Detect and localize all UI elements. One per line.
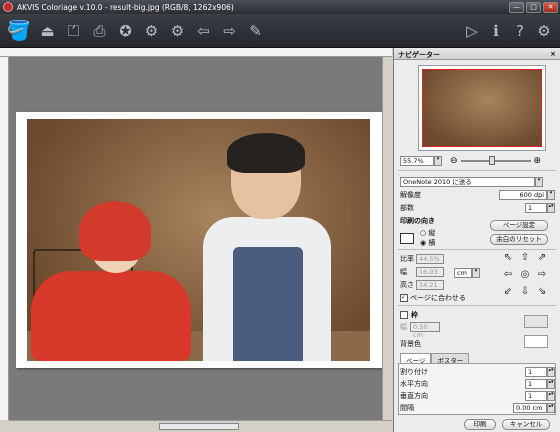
copies-field[interactable]: 1 bbox=[525, 203, 547, 213]
frame-checkbox[interactable] bbox=[400, 311, 408, 319]
landscape-radio[interactable]: ◉ bbox=[420, 239, 426, 247]
horizontal-ruler bbox=[0, 48, 392, 57]
arrow-down-icon[interactable]: ⇩ bbox=[519, 286, 531, 298]
minimize-button[interactable]: — bbox=[509, 1, 524, 13]
print-button[interactable]: 印刷 bbox=[464, 419, 496, 430]
zoom-dropdown[interactable]: ▾ bbox=[434, 156, 442, 166]
arrow-down-left-icon[interactable]: ⇙ bbox=[502, 286, 514, 298]
eraser-icon[interactable]: ✎ bbox=[243, 18, 268, 43]
height-field[interactable]: 14.21 bbox=[416, 280, 444, 290]
forward-arrow-icon[interactable]: ⇨ bbox=[217, 18, 242, 43]
arrow-right-icon[interactable]: ⇨ bbox=[536, 269, 548, 281]
zoom-out-icon[interactable]: ⊖ bbox=[450, 156, 458, 166]
image-canvas[interactable] bbox=[9, 57, 392, 420]
zoom-slider[interactable] bbox=[460, 156, 531, 165]
export-icon[interactable]: ⏍ bbox=[61, 18, 86, 43]
settings-panel: ナビゲーター × 55.7% ▾ ⊖ ⊕ OneNote 2010 に送る ▾ 解… bbox=[393, 48, 560, 432]
frame-color-swatch[interactable] bbox=[524, 315, 548, 328]
window-title: AKVIS Coloriage v.10.0 - result-big.jpg … bbox=[17, 2, 234, 12]
vertical-ruler bbox=[0, 57, 9, 420]
title-bar: AKVIS Coloriage v.10.0 - result-big.jpg … bbox=[0, 0, 560, 14]
horizontal-scrollbar[interactable] bbox=[9, 420, 392, 432]
horizontal-field[interactable]: 1 bbox=[525, 379, 547, 389]
navigator-thumbnail[interactable] bbox=[422, 69, 542, 147]
center-icon[interactable]: ◎ bbox=[519, 269, 531, 281]
print-page-preview bbox=[16, 112, 384, 368]
arrow-left-icon[interactable]: ⇦ bbox=[502, 269, 514, 281]
bucket-icon[interactable]: 🪣 bbox=[4, 18, 34, 43]
zoom-in-icon[interactable]: ⊕ bbox=[534, 156, 542, 166]
info-icon[interactable]: ℹ bbox=[484, 19, 508, 43]
reset-margins-button[interactable]: 余白のリセット bbox=[490, 234, 548, 245]
scale-field[interactable]: 44.5% bbox=[416, 254, 444, 264]
vertical-field[interactable]: 1 bbox=[525, 391, 547, 401]
unit-select[interactable]: cm bbox=[454, 268, 472, 278]
settings-gear-icon[interactable]: ⚙ bbox=[139, 18, 164, 43]
resolution-select[interactable]: 600 dpi bbox=[499, 190, 547, 200]
arrow-down-right-icon[interactable]: ⇘ bbox=[536, 286, 548, 298]
arrow-up-icon[interactable]: ⇧ bbox=[519, 252, 531, 264]
preferences-icon[interactable]: ⚙ bbox=[532, 19, 556, 43]
vertical-scrollbar[interactable] bbox=[382, 57, 392, 420]
zoom-field[interactable]: 55.7% bbox=[400, 156, 434, 166]
pages-field[interactable]: 1 bbox=[525, 367, 547, 377]
navigator-frame bbox=[418, 65, 546, 151]
close-button[interactable]: ✕ bbox=[543, 1, 558, 13]
printer-select[interactable]: OneNote 2010 に送る bbox=[400, 177, 535, 187]
portrait-radio[interactable]: ○ bbox=[420, 229, 426, 237]
fit-page-checkbox[interactable]: ✓ bbox=[400, 294, 408, 302]
close-icon[interactable]: × bbox=[550, 50, 556, 58]
photo-preview bbox=[27, 119, 370, 361]
cancel-button[interactable]: キャンセル bbox=[502, 419, 550, 430]
maximize-button[interactable]: □ bbox=[526, 1, 541, 13]
printer-dropdown[interactable]: ▾ bbox=[535, 177, 543, 187]
scrollbar-thumb[interactable] bbox=[159, 423, 239, 430]
run-icon[interactable]: ▷ bbox=[460, 19, 484, 43]
back-arrow-icon[interactable]: ⇦ bbox=[191, 18, 216, 43]
share-icon[interactable]: ✪ bbox=[113, 18, 138, 43]
navigator-header: ナビゲーター × bbox=[394, 48, 560, 60]
open-icon[interactable]: ⏏ bbox=[35, 18, 60, 43]
settings-gear-icon[interactable]: ⚙ bbox=[165, 18, 190, 43]
frame-width-field[interactable]: 0.50 cm bbox=[410, 322, 440, 339]
orientation-icon bbox=[400, 232, 414, 244]
orientation-label: 印刷の向き bbox=[400, 217, 435, 225]
page-setup-button[interactable]: ページ設定 bbox=[490, 220, 548, 231]
width-field[interactable]: 16.03 bbox=[416, 267, 444, 277]
print-icon[interactable]: ⎙ bbox=[87, 18, 112, 43]
arrow-up-right-icon[interactable]: ⇗ bbox=[536, 252, 548, 264]
background-color-swatch[interactable] bbox=[524, 335, 548, 348]
help-icon[interactable]: ? bbox=[508, 19, 532, 43]
arrow-up-left-icon[interactable]: ⇖ bbox=[502, 252, 514, 264]
spacing-field[interactable]: 0.00 cm bbox=[513, 403, 547, 413]
app-logo-icon bbox=[3, 2, 13, 12]
